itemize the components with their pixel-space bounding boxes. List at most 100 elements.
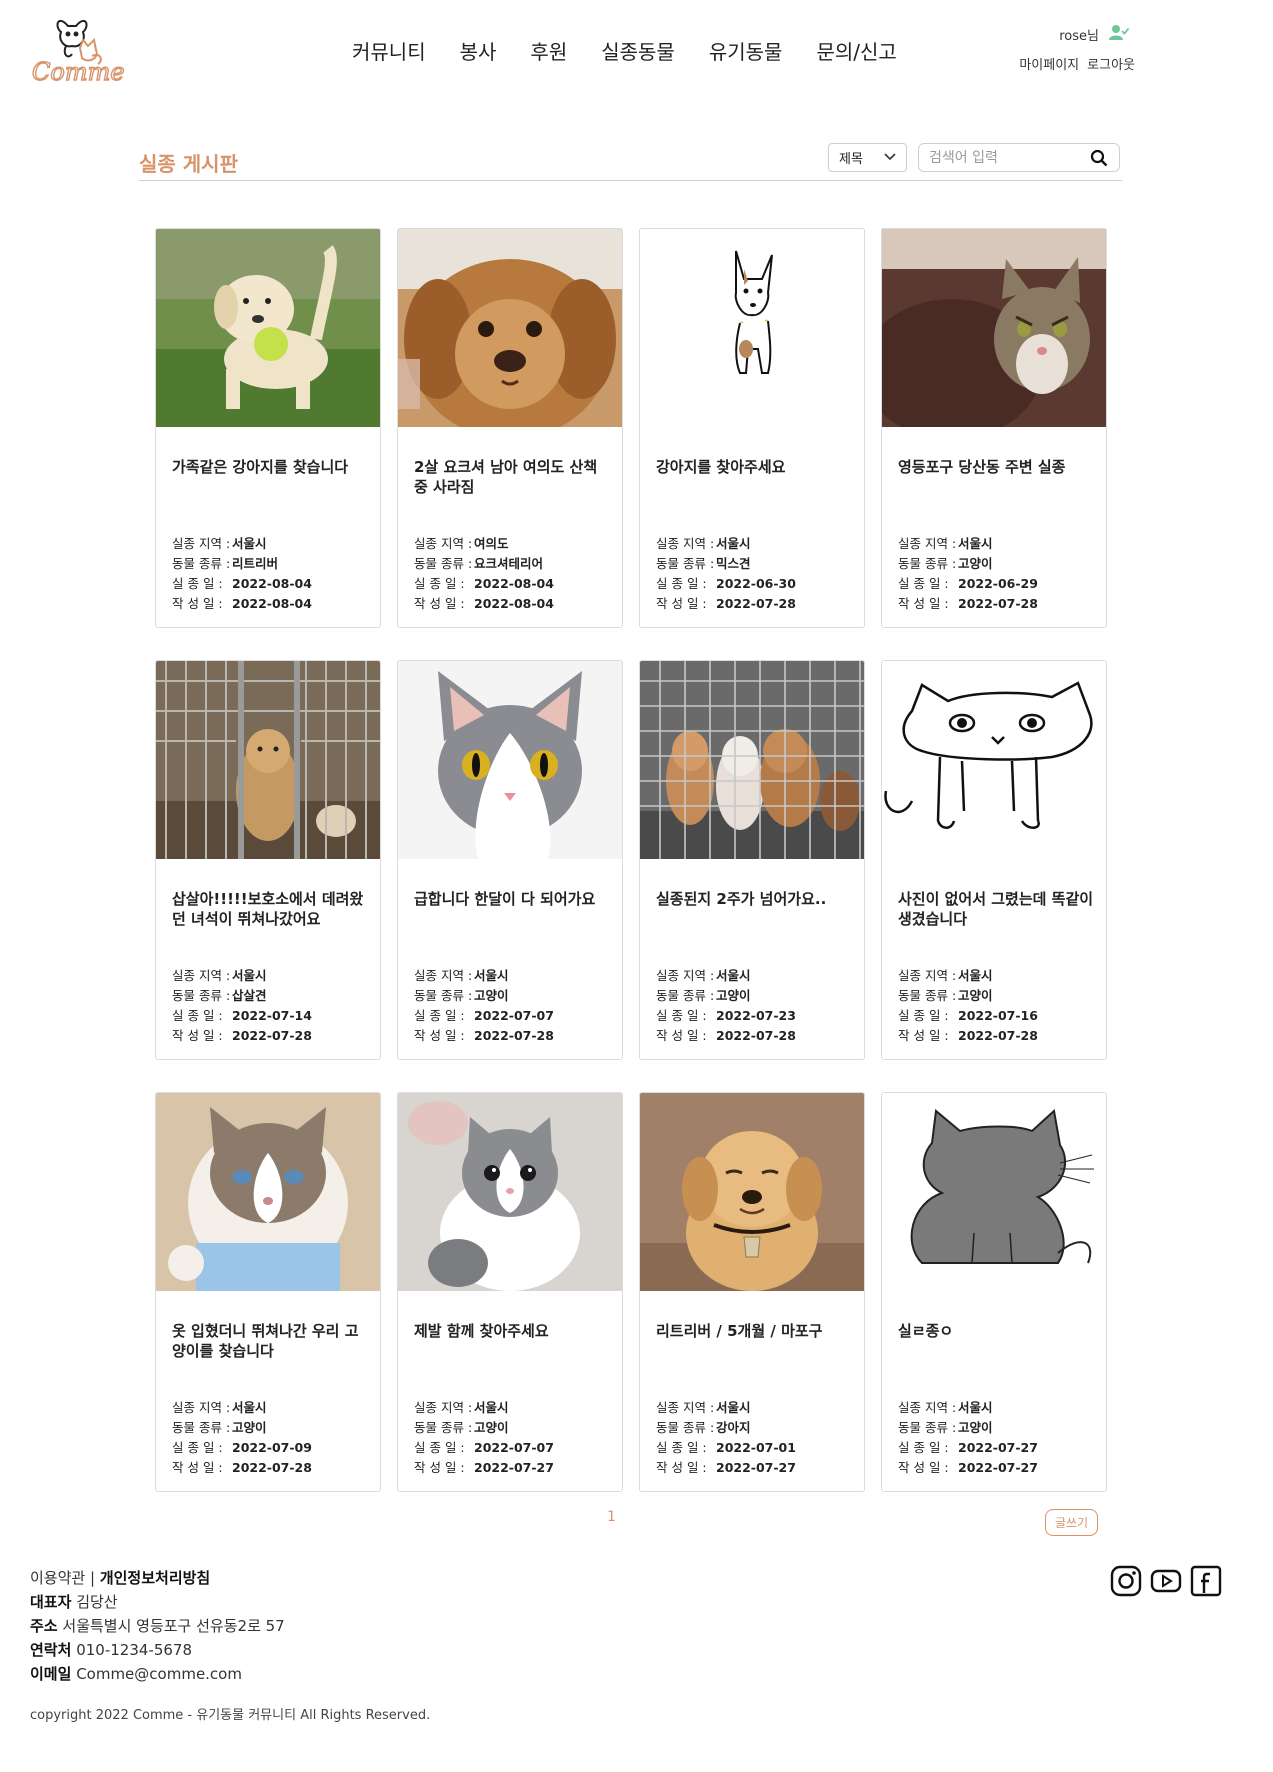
nav-donation[interactable]: 후원 [530, 36, 567, 65]
user-check-icon[interactable] [1109, 24, 1130, 44]
cat-drawing[interactable] [882, 661, 1106, 859]
region-value: 서울시 [474, 1400, 509, 1415]
social-links [1110, 1565, 1222, 1597]
post-card[interactable]: 2살 요크셔 남아 여의도 산책 중 사라짐 실종 지역 : 여의도 동물 종류 … [397, 228, 623, 628]
cat-photo[interactable] [882, 229, 1106, 427]
page-number-current[interactable]: 1 [607, 1509, 616, 1525]
post-card[interactable]: 급합니다 한달이 다 되어가요 실종 지역 : 서울시 동물 종류 : 고양이 실 … [397, 660, 623, 1060]
region-label: 실종 지역 : [656, 968, 715, 983]
post-date-value: 2022-07-27 [474, 1460, 554, 1475]
nav-community[interactable]: 커뮤니티 [352, 36, 426, 65]
terms-link[interactable]: 이용약관 [30, 1569, 85, 1587]
post-date-label: 작 성 일 : [656, 596, 707, 611]
post-date-value: 2022-08-04 [232, 596, 312, 611]
logout-link[interactable]: 로그아웃 [1087, 54, 1135, 73]
address-label: 주소 [30, 1617, 58, 1635]
nav-volunteer[interactable]: 봉사 [460, 36, 497, 65]
ceo-value: 김당산 [76, 1593, 118, 1611]
post-card[interactable]: 강아지를 찾아주세요 실종 지역 : 서울시 동물 종류 : 믹스견 실 종 일 :… [639, 228, 865, 628]
facebook-icon[interactable] [1190, 1565, 1222, 1597]
search-input[interactable] [919, 149, 1084, 166]
post-meta: 실종 지역 : 서울시 동물 종류 : 믹스견 실 종 일 :2022-06-30 … [656, 534, 796, 614]
youtube-icon[interactable] [1150, 1565, 1182, 1597]
post-title[interactable]: 강아지를 찾아주세요 [656, 457, 852, 477]
lost-date-label: 실 종 일 : [656, 1008, 707, 1023]
region-value: 서울시 [232, 536, 267, 551]
species-label: 동물 종류 : [172, 1420, 231, 1435]
footer-separator: | [89, 1569, 96, 1587]
post-card[interactable]: 실종된지 2주가 넘어가요.. 실종 지역 : 서울시 동물 종류 : 고양이 실 … [639, 660, 865, 1060]
lost-date-label: 실 종 일 : [656, 576, 707, 591]
cat-photo[interactable] [398, 661, 622, 859]
kitten-photo[interactable] [398, 1093, 622, 1291]
post-title[interactable]: 사진이 없어서 그렸는데 똑같이 생겼습니다 [898, 889, 1094, 929]
post-card[interactable]: 리트리버 / 5개월 / 마포구 실종 지역 : 서울시 동물 종류 : 강아지 실… [639, 1092, 865, 1492]
species-value: 고양이 [474, 1420, 509, 1435]
region-value: 서울시 [958, 1400, 993, 1415]
dogs-photo[interactable] [640, 661, 864, 859]
region-label: 실종 지역 : [414, 1400, 473, 1415]
privacy-link[interactable]: 개인정보처리방침 [100, 1569, 210, 1587]
post-card[interactable]: 삽살아!!!!!보호소에서 데려왔던 녀석이 뛰쳐나갔어요 실종 지역 : 서울시… [155, 660, 381, 1060]
instagram-icon[interactable] [1110, 1565, 1142, 1597]
nav-missing-animals[interactable]: 실종동물 [601, 36, 675, 65]
post-date-value: 2022-07-27 [958, 1460, 1038, 1475]
post-date-value: 2022-08-04 [474, 596, 554, 611]
post-title[interactable]: 옷 입혔더니 뛰쳐나간 우리 고양이를 찾습니다 [172, 1321, 368, 1361]
species-value: 고양이 [958, 1420, 993, 1435]
post-title[interactable]: 리트리버 / 5개월 / 마포구 [656, 1321, 852, 1341]
species-value: 고양이 [716, 988, 751, 1003]
puppy-photo[interactable] [156, 229, 380, 427]
post-title[interactable]: 급합니다 한달이 다 되어가요 [414, 889, 610, 909]
search-type-select[interactable]: 제목 [828, 143, 907, 172]
title-divider [139, 180, 1122, 181]
cat-photo[interactable] [156, 1093, 380, 1291]
nav-inquiry-report[interactable]: 문의/신고 [816, 36, 896, 65]
mypage-link[interactable]: 마이페이지 [1019, 54, 1079, 73]
region-label: 실종 지역 : [172, 968, 231, 983]
post-meta: 실종 지역 : 서울시 동물 종류 : 고양이 실 종 일 :2022-07-16 … [898, 966, 1038, 1046]
lost-date-value: 2022-06-30 [716, 576, 796, 591]
nav-abandoned-animals[interactable]: 유기동물 [709, 36, 783, 65]
comme-logo[interactable]: Comme [28, 10, 132, 88]
post-card[interactable]: 실ㄹ종ㅇ 실종 지역 : 서울시 동물 종류 : 고양이 실 종 일 : 2022-0… [881, 1092, 1107, 1492]
page-title: 실종 게시판 [139, 152, 238, 176]
species-value: 고양이 [232, 1420, 267, 1435]
copyright: copyright 2022 Comme - 유기동물 커뮤니티 All Rig… [30, 1708, 431, 1723]
post-meta: 실종 지역 : 서울시 동물 종류 : 리트리버 실 종 일 : 2022-08-04… [172, 534, 312, 614]
post-card[interactable]: 옷 입혔더니 뛰쳐나간 우리 고양이를 찾습니다 실종 지역 : 서울시 동물 종… [155, 1092, 381, 1492]
post-title[interactable]: 2살 요크셔 남아 여의도 산책 중 사라짐 [414, 457, 610, 497]
search-box [918, 143, 1120, 172]
post-title[interactable]: 제발 함께 찾아주세요 [414, 1321, 610, 1341]
lost-date-label: 실 종 일 : [414, 1440, 465, 1455]
write-button[interactable]: 글쓰기 [1045, 1509, 1098, 1536]
lost-date-label: 실 종 일 : [172, 1008, 223, 1023]
post-card[interactable]: 사진이 없어서 그렸는데 똑같이 생겼습니다 실종 지역 : 서울시 동물 종류 … [881, 660, 1107, 1060]
species-value: 믹스견 [716, 556, 751, 571]
dog-drawing[interactable] [640, 229, 864, 427]
post-card[interactable]: 가족같은 강아지를 찾습니다 실종 지역 : 서울시 동물 종류 : 리트리버 실 … [155, 228, 381, 628]
lost-date-label: 실 종 일 : [414, 1008, 465, 1023]
post-date-value: 2022-07-27 [716, 1460, 796, 1475]
region-label: 실종 지역 : [414, 536, 473, 551]
chevron-down-icon [884, 150, 896, 165]
post-title[interactable]: 실ㄹ종ㅇ [898, 1321, 1094, 1341]
post-card[interactable]: 영등포구 당산동 주변 실종 실종 지역 : 서울시 동물 종류 : 고양이 실 종… [881, 228, 1107, 628]
species-value: 고양이 [474, 988, 509, 1003]
search-icon[interactable] [1084, 144, 1114, 172]
puppy-photo[interactable] [640, 1093, 864, 1291]
region-label: 실종 지역 : [172, 1400, 231, 1415]
cat-drawing[interactable] [882, 1093, 1106, 1291]
species-label: 동물 종류 : [656, 1420, 715, 1435]
post-title[interactable]: 가족같은 강아지를 찾습니다 [172, 457, 368, 477]
post-title[interactable]: 실종된지 2주가 넘어가요.. [656, 889, 852, 909]
post-date-value: 2022-07-28 [474, 1028, 554, 1043]
post-card[interactable]: 제발 함께 찾아주세요 실종 지역 : 서울시 동물 종류 : 고양이 실 종 일 … [397, 1092, 623, 1492]
post-meta: 실종 지역 : 서울시 동물 종류 : 강아지 실 종 일 :2022-07-01 … [656, 1398, 796, 1478]
lost-date-value: 2022-07-23 [716, 1008, 796, 1023]
post-title[interactable]: 영등포구 당산동 주변 실종 [898, 457, 1094, 477]
post-date-label: 작 성 일 : [172, 1460, 223, 1475]
post-title[interactable]: 삽살아!!!!!보호소에서 데려왔던 녀석이 뛰쳐나갔어요 [172, 889, 368, 929]
dog-photo[interactable] [156, 661, 380, 859]
dog-photo[interactable] [398, 229, 622, 427]
